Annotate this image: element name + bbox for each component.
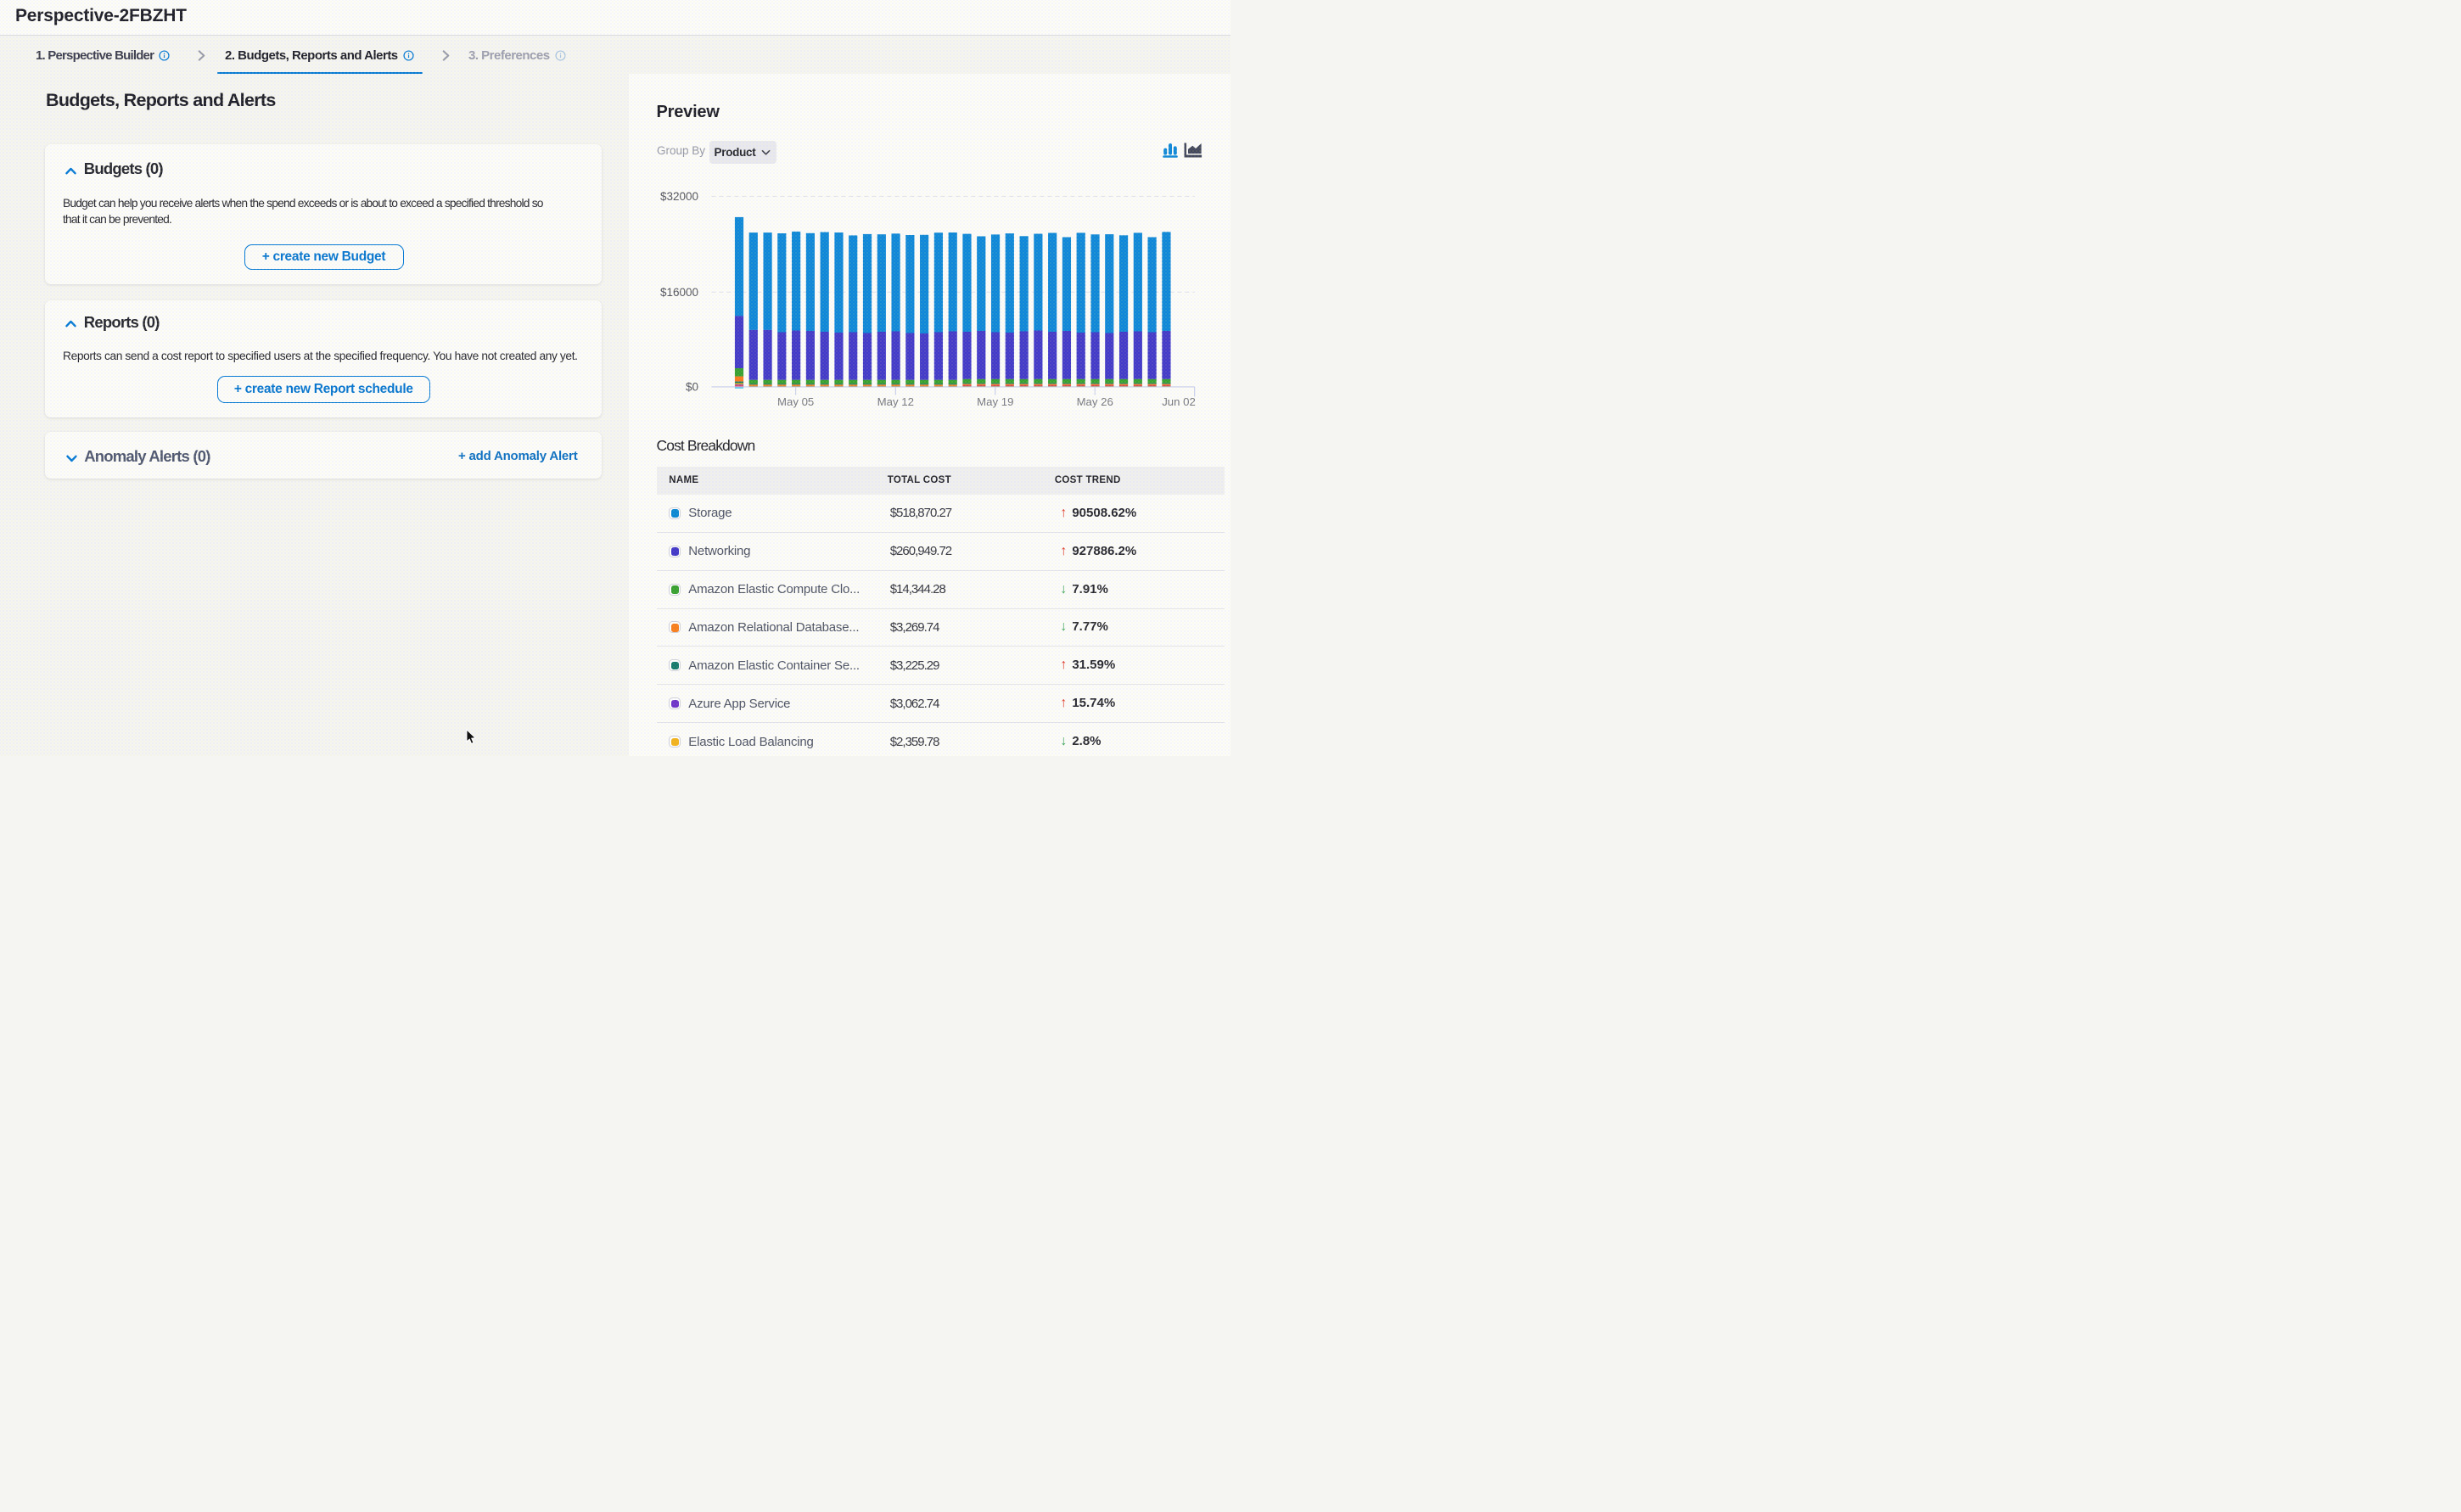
- svg-text:$0: $0: [686, 381, 698, 394]
- svg-text:May 05: May 05: [777, 395, 814, 408]
- svg-text:May 12: May 12: [877, 395, 914, 408]
- svg-text:Jun 02: Jun 02: [1162, 395, 1196, 408]
- svg-text:May 26: May 26: [1077, 395, 1113, 408]
- svg-text:May 19: May 19: [977, 395, 1013, 408]
- svg-text:$16000: $16000: [660, 286, 698, 299]
- svg-text:$32000: $32000: [660, 190, 698, 203]
